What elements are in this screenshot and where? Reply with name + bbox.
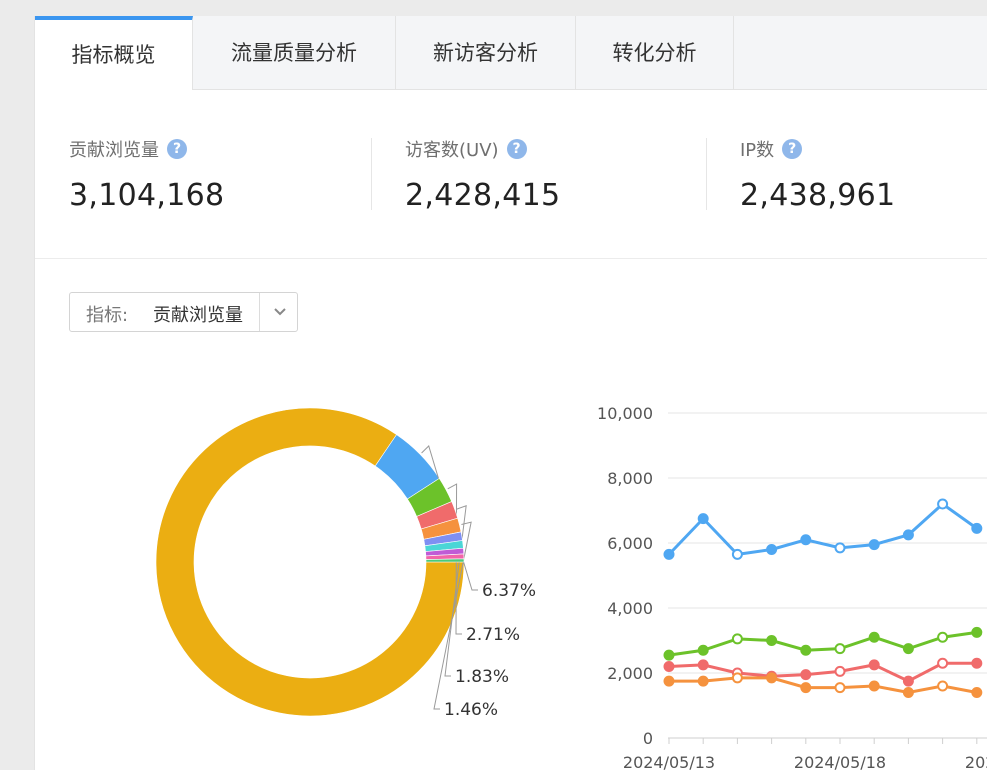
tab-new-visitor-analysis[interactable]: 新访客分析 bbox=[396, 16, 576, 89]
chevron-down-icon[interactable] bbox=[271, 301, 289, 321]
selector-divider bbox=[259, 293, 260, 331]
metric-pageviews: 贡献浏览量? 3,104,168 bbox=[69, 134, 224, 213]
metric-value: 2,428,415 bbox=[405, 178, 561, 213]
selector-value: 贡献浏览量 bbox=[153, 305, 243, 326]
tab-metrics-overview[interactable]: 指标概览 bbox=[35, 16, 193, 90]
metric-label: IP数 bbox=[740, 140, 775, 161]
section-divider bbox=[35, 258, 987, 259]
metric-selector[interactable]: 指标: 贡献浏览量 bbox=[69, 292, 298, 332]
metric-label: 访客数(UV) bbox=[405, 140, 499, 161]
divider bbox=[371, 138, 372, 210]
traffic-analysis-panel: 指标概览 流量质量分析 新访客分析 转化分析 贡献浏览量? 3,104,168 … bbox=[34, 16, 987, 770]
divider bbox=[706, 138, 707, 210]
metric-visitors-uv: 访客数(UV)? 2,428,415 bbox=[405, 134, 560, 213]
metric-label: 贡献浏览量 bbox=[69, 140, 159, 161]
metric-value: 3,104,168 bbox=[69, 178, 225, 213]
tab-traffic-quality-analysis[interactable]: 流量质量分析 bbox=[193, 16, 396, 89]
tab-bar: 指标概览 流量质量分析 新访客分析 转化分析 bbox=[35, 16, 987, 90]
metric-ip-count: IP数? 2,438,961 bbox=[740, 134, 895, 213]
tab-conversion-analysis[interactable]: 转化分析 bbox=[576, 16, 734, 89]
question-circle-icon[interactable]: ? bbox=[506, 139, 527, 159]
question-circle-icon[interactable]: ? bbox=[167, 139, 187, 159]
metric-value: 2,438,961 bbox=[740, 178, 896, 213]
selector-prefix: 指标: bbox=[86, 305, 129, 326]
question-circle-icon[interactable]: ? bbox=[782, 139, 803, 159]
